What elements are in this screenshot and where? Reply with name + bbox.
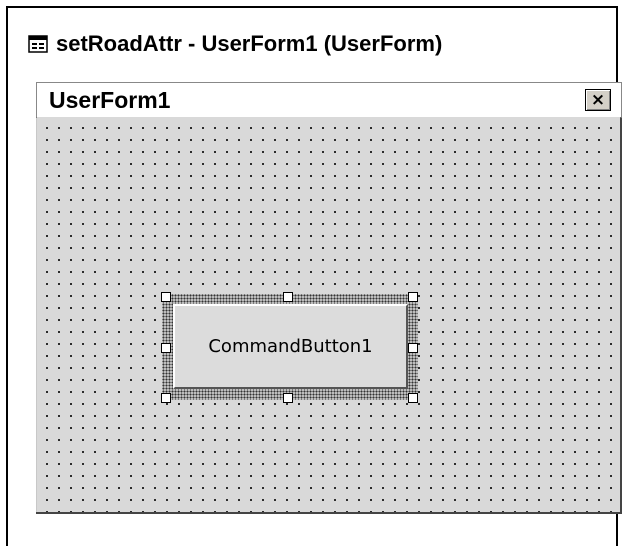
resize-handle-left[interactable]: [161, 343, 171, 353]
form-window-icon: [28, 35, 48, 53]
userform-caption: UserForm1: [49, 87, 171, 113]
resize-handle-bottom-right[interactable]: [408, 393, 418, 403]
resize-handle-top-left[interactable]: [161, 292, 171, 302]
command-button-caption: CommandButton1: [208, 336, 373, 357]
close-icon: ×: [590, 90, 606, 110]
resize-handle-bottom[interactable]: [283, 393, 293, 403]
resize-handle-top[interactable]: [283, 292, 293, 302]
resize-handle-right[interactable]: [408, 343, 418, 353]
resize-handle-top-right[interactable]: [408, 292, 418, 302]
command-button[interactable]: CommandButton1: [173, 304, 408, 389]
userform-titlebar[interactable]: UserForm1 ×: [36, 82, 622, 118]
resize-handle-bottom-left[interactable]: [161, 393, 171, 403]
window-title: setRoadAttr - UserForm1 (UserForm): [56, 31, 443, 56]
close-button[interactable]: ×: [585, 89, 611, 111]
window-title-bar: setRoadAttr - UserForm1 (UserForm): [28, 29, 442, 59]
